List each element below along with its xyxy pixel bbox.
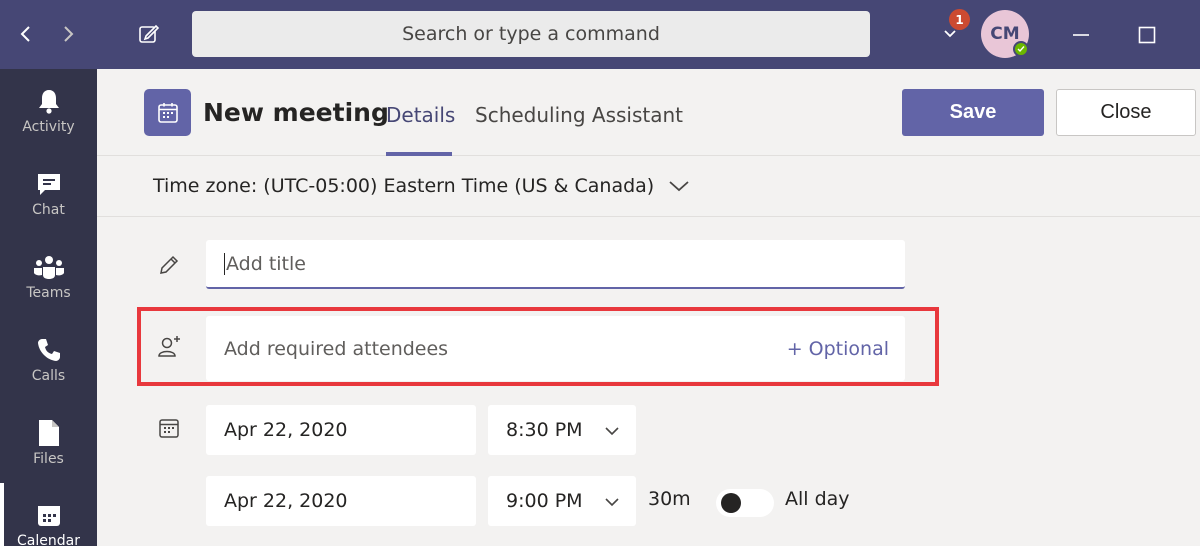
title-input[interactable]: Add title	[206, 240, 905, 289]
end-date-field[interactable]: Apr 22, 2020	[206, 476, 476, 526]
minimize-icon[interactable]	[1066, 20, 1096, 50]
tab-details[interactable]: Details	[386, 103, 455, 127]
file-icon	[33, 417, 65, 449]
tab-scheduling-assistant[interactable]: Scheduling Assistant	[475, 103, 683, 127]
app-rail: Activity Chat Teams Calls Files Calendar	[0, 69, 97, 546]
text-cursor	[224, 252, 225, 275]
end-time-dropdown[interactable]: 9:00 PM	[488, 476, 636, 526]
teams-icon	[33, 251, 65, 283]
page-title: New meeting	[203, 98, 389, 127]
rail-item-label: Activity	[22, 119, 75, 135]
chevron-down-icon	[604, 490, 620, 512]
compose-icon[interactable]	[135, 20, 163, 48]
calendar-icon	[144, 89, 191, 136]
end-time-value: 9:00 PM	[506, 490, 583, 512]
rail-item-label: Calendar	[17, 533, 80, 546]
chevron-down-icon	[668, 179, 690, 193]
all-day-label: All day	[785, 488, 850, 510]
chat-icon	[33, 168, 65, 200]
rail-item-label: Calls	[31, 368, 66, 384]
save-button[interactable]: Save	[902, 89, 1044, 136]
search-placeholder: Search or type a command	[402, 23, 660, 45]
highlight-annotation	[137, 307, 939, 386]
rail-item-files[interactable]: Files	[0, 401, 97, 483]
meeting-header: New meeting Details Scheduling Assistant…	[97, 69, 1200, 156]
phone-icon	[33, 334, 65, 366]
toggle-knob	[721, 493, 741, 513]
maximize-icon[interactable]	[1132, 20, 1162, 50]
rail-item-label: Teams	[26, 285, 71, 301]
search-input[interactable]: Search or type a command	[192, 11, 870, 57]
start-time-value: 8:30 PM	[506, 419, 583, 441]
timezone-label: Time zone: (UTC-05:00) Eastern Time (US …	[153, 175, 655, 197]
rail-item-chat[interactable]: Chat	[0, 152, 97, 234]
start-date-field[interactable]: Apr 22, 2020	[206, 405, 476, 455]
calendar-icon	[155, 414, 183, 442]
rail-item-label: Chat	[32, 202, 65, 218]
pencil-icon	[155, 251, 183, 279]
title-bar: Search or type a command 1 CM	[0, 0, 1200, 69]
presence-available-icon	[1013, 41, 1029, 57]
start-date-value: Apr 22, 2020	[224, 419, 348, 441]
forward-icon[interactable]	[54, 20, 82, 48]
rail-item-label: Files	[33, 451, 64, 467]
end-date-value: Apr 22, 2020	[224, 490, 348, 512]
start-time-dropdown[interactable]: 8:30 PM	[488, 405, 636, 455]
rail-item-calls[interactable]: Calls	[0, 318, 97, 400]
timezone-selector[interactable]: Time zone: (UTC-05:00) Eastern Time (US …	[97, 156, 1200, 217]
bell-icon	[33, 85, 65, 117]
close-button[interactable]: Close	[1056, 89, 1196, 136]
rail-item-calendar[interactable]: Calendar	[0, 483, 97, 546]
chevron-down-icon	[604, 419, 620, 441]
duration-label: 30m	[648, 488, 691, 510]
notification-badge: 1	[949, 9, 970, 30]
back-icon[interactable]	[12, 20, 40, 48]
all-day-toggle[interactable]	[716, 489, 774, 517]
calendar-icon	[33, 499, 65, 531]
rail-item-activity[interactable]: Activity	[0, 69, 97, 151]
title-placeholder: Add title	[226, 252, 306, 275]
meeting-form-panel: New meeting Details Scheduling Assistant…	[97, 69, 1200, 546]
rail-item-teams[interactable]: Teams	[0, 235, 97, 317]
